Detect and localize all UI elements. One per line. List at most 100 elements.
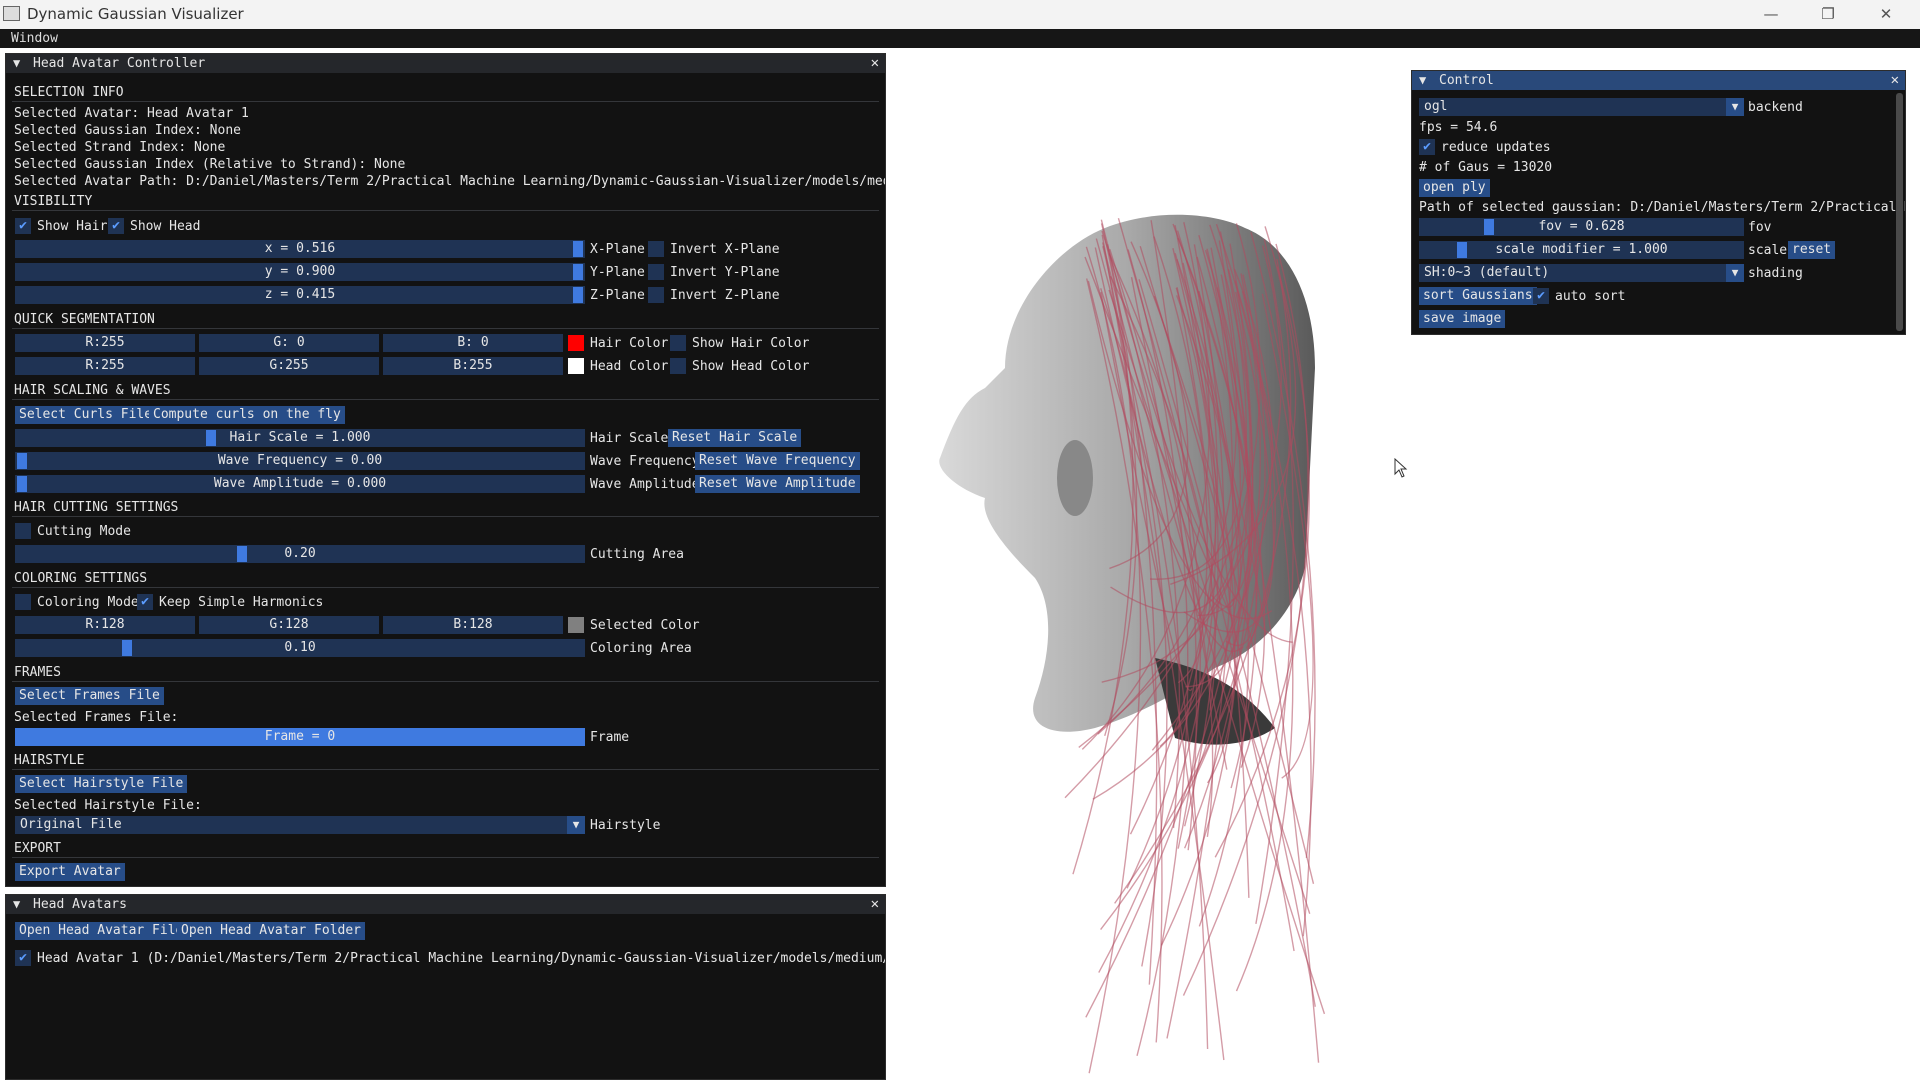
avatar-visible-checkbox[interactable]: ✔ [15, 950, 31, 966]
minimize-button[interactable]: — [1748, 0, 1794, 29]
sort-gaussians-button[interactable]: sort Gaussians [1419, 287, 1537, 305]
chevron-down-icon[interactable]: ▼ [1726, 98, 1744, 116]
hair-color-swatch[interactable] [568, 335, 584, 351]
head-color-b-field[interactable]: B:255 [383, 357, 563, 375]
hairstyle-label: Hairstyle [590, 818, 661, 833]
slider-value: z = 0.415 [264, 287, 336, 302]
selected-color-g-field[interactable]: G:128 [199, 616, 379, 634]
fov-slider[interactable]: fov = 0.628 [1419, 218, 1744, 236]
x-plane-slider[interactable]: x = 0.516 [15, 240, 585, 258]
slider-value: Hair Scale = 1.000 [229, 430, 371, 445]
open-head-avatar-folder-button[interactable]: Open Head Avatar Folder [177, 922, 366, 940]
selected-frames-file-text: Selected Frames File: [14, 710, 179, 725]
shading-combo[interactable]: SH:0~3 (default) ▼ [1419, 264, 1744, 282]
keep-sh-checkbox[interactable]: ✔ [137, 594, 153, 610]
maximize-button[interactable]: ❐ [1805, 0, 1851, 29]
show-hair-color-checkbox[interactable] [670, 335, 686, 351]
reset-scale-button[interactable]: reset [1788, 241, 1836, 259]
select-curls-file-button[interactable]: Select Curls File [15, 406, 157, 424]
cutting-mode-checkbox[interactable] [15, 523, 31, 539]
cutting-area-label: Cutting Area [590, 547, 684, 562]
close-button[interactable]: ✕ [1863, 0, 1909, 29]
collapse-icon[interactable]: ▼ [13, 897, 20, 911]
export-avatar-button[interactable]: Export Avatar [15, 863, 125, 881]
selected-color-swatch[interactable] [568, 617, 584, 633]
panel-titlebar[interactable]: ▼ Head Avatars ✕ [6, 895, 885, 914]
fps-text: fps = 54.6 [1419, 120, 1498, 135]
collapse-icon[interactable]: ▼ [1419, 73, 1426, 87]
auto-sort-label: auto sort [1555, 289, 1626, 304]
z-plane-slider[interactable]: z = 0.415 [15, 286, 585, 304]
app-icon [3, 6, 20, 21]
control-panel: ▼ Control ✕ ogl ▼ backend fps = 54.6 ✔ r… [1411, 70, 1906, 335]
chevron-down-icon[interactable]: ▼ [567, 816, 585, 834]
hair-color-g-field[interactable]: G: 0 [199, 334, 379, 352]
close-icon[interactable]: ✕ [871, 55, 879, 71]
wave-amplitude-slider[interactable]: Wave Amplitude = 0.000 [15, 475, 585, 493]
menu-bar: Window [0, 29, 1920, 48]
hair-color-r-field[interactable]: R:255 [15, 334, 195, 352]
wave-amplitude-label: Wave Amplitude [590, 477, 700, 492]
show-hair-checkbox[interactable]: ✔ [15, 218, 31, 234]
show-hair-label: Show Hair [37, 219, 108, 234]
frame-slider[interactable]: Frame = 0 [15, 728, 585, 746]
fov-label: fov [1748, 220, 1772, 235]
panel-titlebar[interactable]: ▼ Head Avatar Controller ✕ [6, 54, 885, 73]
invert-x-checkbox[interactable] [648, 241, 664, 257]
y-plane-slider[interactable]: y = 0.900 [15, 263, 585, 281]
divider [12, 516, 879, 517]
open-ply-button[interactable]: open ply [1419, 179, 1490, 197]
auto-sort-checkbox[interactable]: ✔ [1533, 288, 1549, 304]
selected-color-r-field[interactable]: R:128 [15, 616, 195, 634]
close-icon[interactable]: ✕ [871, 896, 879, 912]
combo-value: ogl [1424, 99, 1448, 114]
selected-gaussian-rel-text: Selected Gaussian Index (Relative to Str… [14, 157, 406, 172]
collapse-icon[interactable]: ▼ [13, 56, 20, 70]
select-hairstyle-file-button[interactable]: Select Hairstyle File [15, 775, 188, 793]
invert-z-checkbox[interactable] [648, 287, 664, 303]
wave-frequency-slider[interactable]: Wave Frequency = 0.00 [15, 452, 585, 470]
coloring-mode-checkbox[interactable] [15, 594, 31, 610]
combo-value: SH:0~3 (default) [1424, 265, 1550, 280]
chevron-down-icon[interactable]: ▼ [1726, 264, 1744, 282]
backend-combo[interactable]: ogl ▼ [1419, 98, 1744, 116]
hair-color-label: Hair Color [590, 336, 669, 351]
select-frames-file-button[interactable]: Select Frames File [15, 687, 164, 705]
reset-wave-amplitude-button[interactable]: Reset Wave Amplitude [695, 475, 860, 493]
hair-scale-slider[interactable]: Hair Scale = 1.000 [15, 429, 585, 447]
hair-color-b-field[interactable]: B: 0 [383, 334, 563, 352]
scale-modifier-slider[interactable]: scale modifier = 1.000 [1419, 241, 1744, 259]
cutting-area-slider[interactable]: 0.20 [15, 545, 585, 563]
divider [12, 769, 879, 770]
menu-window[interactable]: Window [11, 31, 58, 46]
slider-value: scale modifier = 1.000 [1495, 242, 1668, 257]
head-color-g-field[interactable]: G:255 [199, 357, 379, 375]
coloring-area-slider[interactable]: 0.10 [15, 639, 585, 657]
divider [12, 101, 879, 102]
divider [12, 681, 879, 682]
field-value: G: 0 [273, 335, 305, 350]
show-head-checkbox[interactable]: ✔ [108, 218, 124, 234]
head-color-swatch[interactable] [568, 358, 584, 374]
avatar-list-item[interactable]: Head Avatar 1 (D:/Daniel/Masters/Term 2/… [37, 951, 885, 966]
head-avatar-controller-panel: ▼ Head Avatar Controller ✕ SELECTION INF… [5, 53, 886, 887]
reduce-updates-checkbox[interactable]: ✔ [1419, 139, 1435, 155]
compute-curls-button[interactable]: Compute curls on the fly [149, 406, 345, 424]
close-icon[interactable]: ✕ [1891, 72, 1899, 88]
field-value: B:255 [453, 358, 493, 373]
show-head-color-checkbox[interactable] [670, 358, 686, 374]
reset-hair-scale-button[interactable]: Reset Hair Scale [668, 429, 802, 447]
selected-avatar-path-text: Selected Avatar Path: D:/Daniel/Masters/… [14, 174, 885, 189]
save-image-button[interactable]: save image [1419, 310, 1506, 328]
selected-color-b-field[interactable]: B:128 [383, 616, 563, 634]
slider-value: Wave Frequency = 0.00 [217, 453, 383, 468]
hairstyle-combo[interactable]: Original File ▼ [15, 816, 585, 834]
field-value: G:128 [269, 617, 309, 632]
reset-wave-frequency-button[interactable]: Reset Wave Frequency [695, 452, 860, 470]
slider-value: x = 0.516 [264, 241, 336, 256]
scrollbar[interactable] [1896, 93, 1903, 331]
panel-titlebar[interactable]: ▼ Control ✕ [1412, 71, 1905, 90]
open-head-avatar-file-button[interactable]: Open Head Avatar File [15, 922, 188, 940]
invert-y-checkbox[interactable] [648, 264, 664, 280]
head-color-r-field[interactable]: R:255 [15, 357, 195, 375]
